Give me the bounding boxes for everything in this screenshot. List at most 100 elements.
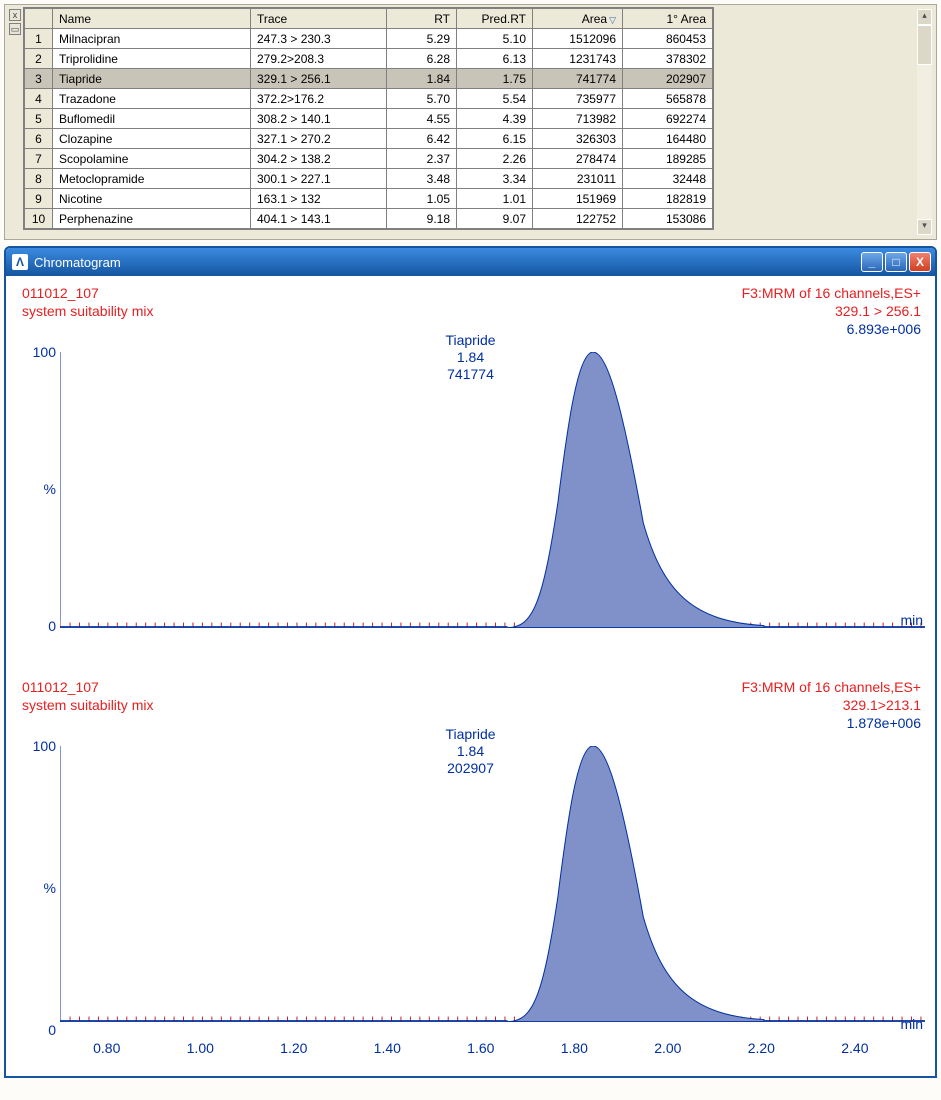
cell-predrt[interactable]: 6.13 (457, 49, 533, 69)
cell-trace[interactable]: 372.2>176.2 (251, 89, 387, 109)
cell-predrt[interactable]: 1.75 (457, 69, 533, 89)
cell-trace[interactable]: 163.1 > 132 (251, 189, 387, 209)
cell-primary-area[interactable]: 153086 (623, 209, 713, 229)
scroll-up-icon[interactable]: ▴ (917, 9, 932, 25)
col-rt[interactable]: RT (387, 9, 457, 29)
row-number[interactable]: 1 (25, 29, 53, 49)
table-row[interactable]: 4Trazadone372.2>176.25.705.5473597756587… (25, 89, 713, 109)
cell-predrt[interactable]: 5.54 (457, 89, 533, 109)
cell-trace[interactable]: 304.2 > 138.2 (251, 149, 387, 169)
cell-area[interactable]: 1231743 (533, 49, 623, 69)
cell-rt[interactable]: 9.18 (387, 209, 457, 229)
cell-rt[interactable]: 3.48 (387, 169, 457, 189)
col-predrt[interactable]: Pred.RT (457, 9, 533, 29)
chromatogram-plot-2[interactable]: 011012_107 system suitability mix F3:MRM… (8, 670, 933, 1074)
table-vertical-scrollbar[interactable]: ▴ ▾ (916, 8, 933, 236)
minimize-button[interactable]: _ (861, 252, 883, 272)
cell-rt[interactable]: 6.28 (387, 49, 457, 69)
cell-rt[interactable]: 1.05 (387, 189, 457, 209)
cell-trace[interactable]: 247.3 > 230.3 (251, 29, 387, 49)
cell-name[interactable]: Scopolamine (53, 149, 251, 169)
table-row[interactable]: 2Triprolidine279.2>208.36.286.1312317433… (25, 49, 713, 69)
row-number[interactable]: 8 (25, 169, 53, 189)
col-trace[interactable]: Trace (251, 9, 387, 29)
cell-primary-area[interactable]: 565878 (623, 89, 713, 109)
cell-trace[interactable]: 327.1 > 270.2 (251, 129, 387, 149)
table-row[interactable]: 1Milnacipran247.3 > 230.35.295.101512096… (25, 29, 713, 49)
row-number[interactable]: 5 (25, 109, 53, 129)
cell-name[interactable]: Perphenazine (53, 209, 251, 229)
cell-predrt[interactable]: 2.26 (457, 149, 533, 169)
cell-primary-area[interactable]: 182819 (623, 189, 713, 209)
cell-name[interactable]: Milnacipran (53, 29, 251, 49)
cell-area[interactable]: 1512096 (533, 29, 623, 49)
cell-rt[interactable]: 1.84 (387, 69, 457, 89)
cell-rt[interactable]: 5.29 (387, 29, 457, 49)
cell-trace[interactable]: 404.1 > 143.1 (251, 209, 387, 229)
scroll-track[interactable] (917, 65, 932, 219)
cell-area[interactable]: 122752 (533, 209, 623, 229)
cell-rt[interactable]: 2.37 (387, 149, 457, 169)
cell-area[interactable]: 713982 (533, 109, 623, 129)
row-number[interactable]: 9 (25, 189, 53, 209)
table-row[interactable]: 3Tiapride329.1 > 256.11.841.757417742029… (25, 69, 713, 89)
cell-name[interactable]: Nicotine (53, 189, 251, 209)
cell-name[interactable]: Tiapride (53, 69, 251, 89)
table-row[interactable]: 9Nicotine163.1 > 1321.051.01151969182819 (25, 189, 713, 209)
cell-area[interactable]: 278474 (533, 149, 623, 169)
col-primary-area[interactable]: 1° Area (623, 9, 713, 29)
cell-primary-area[interactable]: 692274 (623, 109, 713, 129)
cell-predrt[interactable]: 6.15 (457, 129, 533, 149)
cell-primary-area[interactable]: 32448 (623, 169, 713, 189)
cell-trace[interactable]: 279.2>208.3 (251, 49, 387, 69)
table-row[interactable]: 10Perphenazine404.1 > 143.19.189.0712275… (25, 209, 713, 229)
chromatogram-plot-1[interactable]: 011012_107 system suitability mix F3:MRM… (8, 276, 933, 670)
table-row[interactable]: 6Clozapine327.1 > 270.26.426.15326303164… (25, 129, 713, 149)
compound-table[interactable]: Name Trace RT Pred.RT Area▽ 1° Area 1Mil… (24, 8, 713, 229)
row-number[interactable]: 10 (25, 209, 53, 229)
cell-trace[interactable]: 308.2 > 140.1 (251, 109, 387, 129)
col-area[interactable]: Area▽ (533, 9, 623, 29)
cell-name[interactable]: Buflomedil (53, 109, 251, 129)
table-row[interactable]: 5Buflomedil308.2 > 140.14.554.3971398269… (25, 109, 713, 129)
cell-rt[interactable]: 4.55 (387, 109, 457, 129)
table-row[interactable]: 8Metoclopramide300.1 > 227.13.483.342310… (25, 169, 713, 189)
row-number[interactable]: 2 (25, 49, 53, 69)
cell-trace[interactable]: 300.1 > 227.1 (251, 169, 387, 189)
cell-predrt[interactable]: 5.10 (457, 29, 533, 49)
row-number[interactable]: 4 (25, 89, 53, 109)
cell-predrt[interactable]: 1.01 (457, 189, 533, 209)
cell-name[interactable]: Clozapine (53, 129, 251, 149)
cell-predrt[interactable]: 3.34 (457, 169, 533, 189)
cell-trace[interactable]: 329.1 > 256.1 (251, 69, 387, 89)
cell-area[interactable]: 231011 (533, 169, 623, 189)
cell-primary-area[interactable]: 164480 (623, 129, 713, 149)
cell-primary-area[interactable]: 860453 (623, 29, 713, 49)
chromatogram-titlebar[interactable]: Λ Chromatogram _ □ X (6, 248, 935, 276)
cell-name[interactable]: Metoclopramide (53, 169, 251, 189)
cell-primary-area[interactable]: 189285 (623, 149, 713, 169)
col-rownum[interactable] (25, 9, 53, 29)
cell-area[interactable]: 735977 (533, 89, 623, 109)
cell-primary-area[interactable]: 378302 (623, 49, 713, 69)
table-row[interactable]: 7Scopolamine304.2 > 138.22.372.262784741… (25, 149, 713, 169)
scroll-down-icon[interactable]: ▾ (917, 219, 932, 235)
col-name[interactable]: Name (53, 9, 251, 29)
scroll-thumb[interactable] (917, 25, 932, 65)
close-panel-icon[interactable]: x (9, 9, 21, 21)
cell-primary-area[interactable]: 202907 (623, 69, 713, 89)
cell-area[interactable]: 151969 (533, 189, 623, 209)
cell-rt[interactable]: 6.42 (387, 129, 457, 149)
cell-area[interactable]: 741774 (533, 69, 623, 89)
row-number[interactable]: 6 (25, 129, 53, 149)
cell-rt[interactable]: 5.70 (387, 89, 457, 109)
row-number[interactable]: 7 (25, 149, 53, 169)
cell-name[interactable]: Triprolidine (53, 49, 251, 69)
cell-area[interactable]: 326303 (533, 129, 623, 149)
row-number[interactable]: 3 (25, 69, 53, 89)
close-button[interactable]: X (909, 252, 931, 272)
cell-predrt[interactable]: 9.07 (457, 209, 533, 229)
cell-name[interactable]: Trazadone (53, 89, 251, 109)
maximize-button[interactable]: □ (885, 252, 907, 272)
cell-predrt[interactable]: 4.39 (457, 109, 533, 129)
